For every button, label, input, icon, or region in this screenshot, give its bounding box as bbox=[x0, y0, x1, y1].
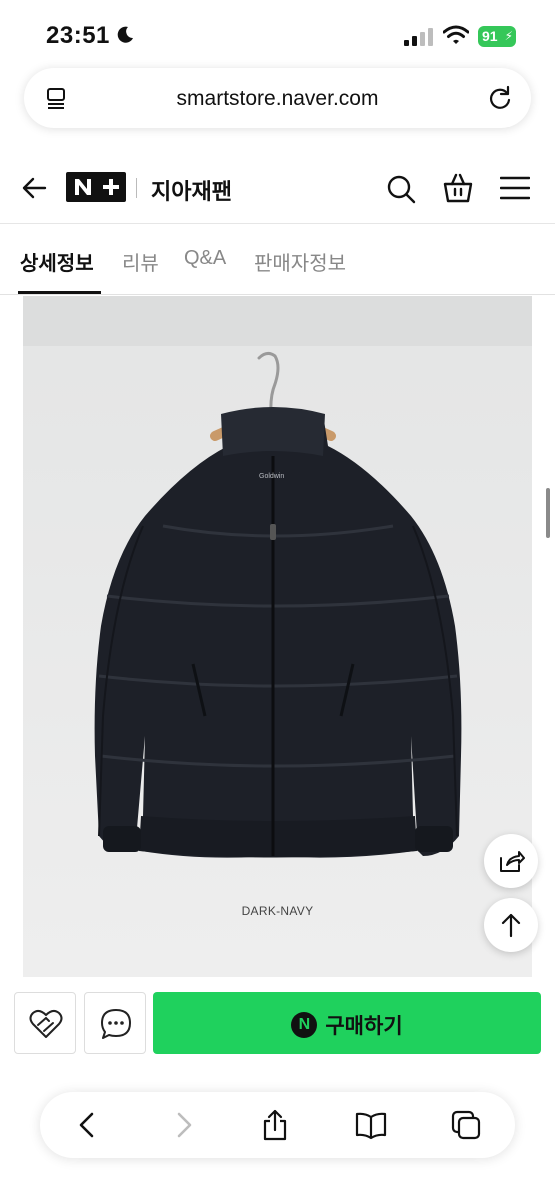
arrow-up-icon bbox=[501, 913, 521, 938]
product-image: Goldwin DARK-NAVY bbox=[23, 296, 532, 977]
battery-level: 91 bbox=[482, 28, 498, 44]
browser-share-icon[interactable] bbox=[259, 1109, 291, 1141]
naver-pay-icon: N bbox=[291, 1012, 318, 1039]
url-text[interactable]: smartstore.naver.com bbox=[24, 87, 531, 111]
tabs-overview-icon[interactable] bbox=[450, 1109, 482, 1141]
hamburger-menu-icon[interactable] bbox=[500, 175, 530, 201]
chat-bubble-icon bbox=[101, 1009, 131, 1039]
naver-plus-logo-mark bbox=[75, 172, 119, 202]
buy-button[interactable]: N 구매하기 bbox=[153, 992, 541, 1054]
share-icon bbox=[500, 851, 525, 872]
store-header: 지아재팬 bbox=[0, 158, 555, 218]
heart-icon bbox=[29, 1009, 63, 1038]
address-bar[interactable]: smartstore.naver.com bbox=[24, 68, 531, 128]
browser-back-icon[interactable] bbox=[72, 1109, 104, 1141]
signal-icon bbox=[404, 28, 433, 46]
tab-qna[interactable]: Q&A bbox=[184, 247, 226, 270]
battery-indicator: 91 ⚡ bbox=[478, 26, 516, 47]
brand-logo: Goldwin bbox=[259, 473, 284, 480]
browser-toolbar bbox=[40, 1092, 515, 1158]
reload-icon[interactable] bbox=[487, 85, 513, 111]
status-time: 23:51 bbox=[46, 22, 110, 49]
search-icon[interactable] bbox=[386, 174, 416, 204]
buy-button-content: N 구매하기 bbox=[153, 1010, 541, 1040]
color-label: DARK-NAVY bbox=[241, 904, 314, 918]
tabs-divider bbox=[0, 294, 555, 295]
buy-button-label: 구매하기 bbox=[325, 1015, 403, 1038]
logo-divider bbox=[136, 178, 137, 198]
naver-plus-logo[interactable] bbox=[66, 172, 126, 202]
jacket-illustration: Goldwin bbox=[23, 296, 532, 977]
back-arrow-icon[interactable] bbox=[20, 174, 48, 202]
shopping-bag-icon[interactable] bbox=[442, 172, 474, 204]
bookmarks-icon[interactable] bbox=[355, 1109, 387, 1141]
browser-forward-icon[interactable] bbox=[167, 1109, 199, 1141]
scroll-to-top-button[interactable] bbox=[484, 898, 538, 952]
tab-reviews[interactable]: 리뷰 bbox=[122, 247, 159, 276]
talk-button[interactable] bbox=[84, 992, 146, 1054]
purchase-bar: N 구매하기 bbox=[0, 978, 555, 1068]
wishlist-button[interactable] bbox=[14, 992, 76, 1054]
tab-details[interactable]: 상세정보 bbox=[20, 247, 94, 276]
moon-icon bbox=[117, 26, 133, 43]
status-bar: 23:51 91 ⚡ bbox=[0, 0, 555, 70]
scroll-indicator[interactable] bbox=[546, 488, 550, 538]
share-button[interactable] bbox=[484, 834, 538, 888]
store-name[interactable]: 지아재팬 bbox=[151, 174, 232, 206]
charging-icon: ⚡ bbox=[504, 29, 513, 43]
tab-seller-info[interactable]: 판매자정보 bbox=[254, 247, 346, 276]
product-tabs: 상세정보 리뷰 Q&A 판매자정보 bbox=[0, 224, 555, 294]
wifi-icon bbox=[443, 25, 469, 44]
